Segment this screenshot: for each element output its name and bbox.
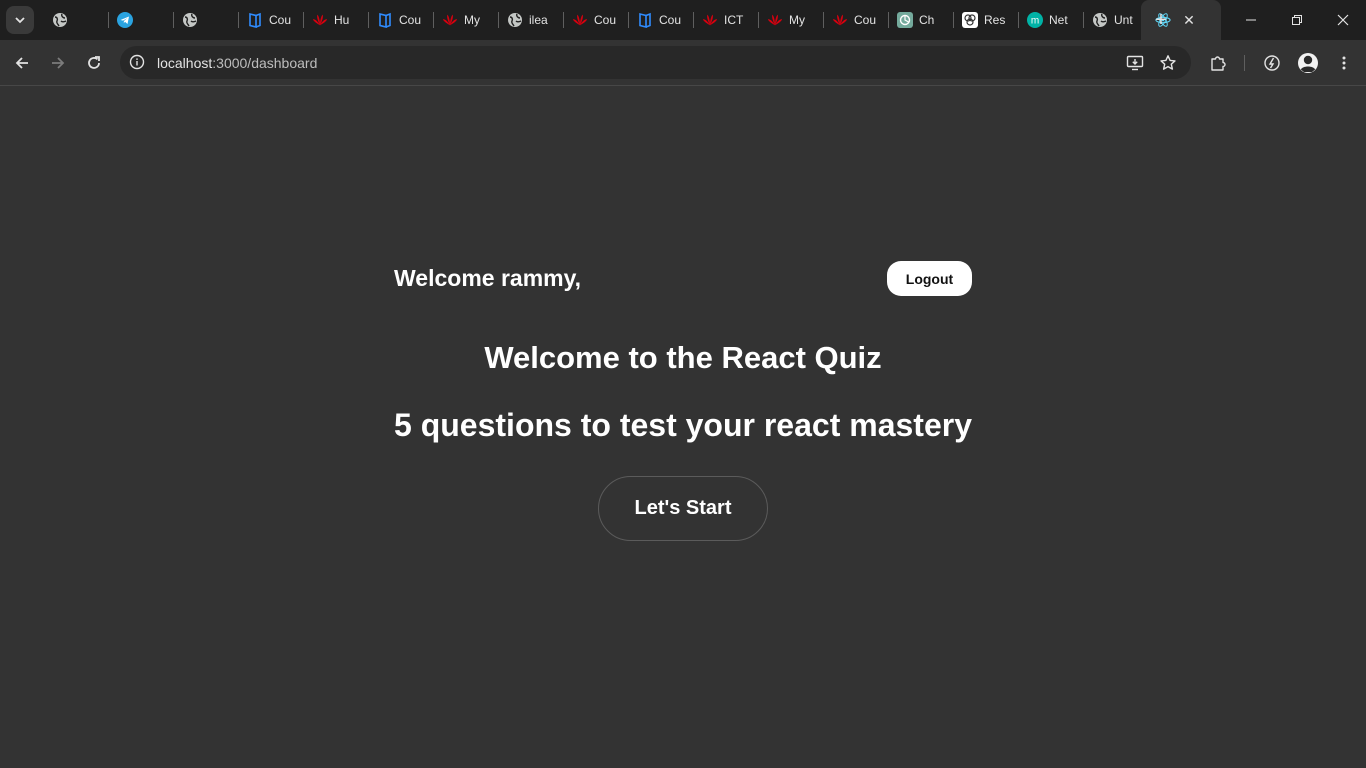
more-vertical-icon [1342, 56, 1346, 70]
telegram-icon [117, 12, 133, 28]
huawei-icon [832, 12, 848, 28]
url-host: localhost [157, 55, 213, 71]
tab[interactable]: ICT [694, 0, 759, 40]
tab-title: Cou [854, 13, 876, 27]
globe-icon [182, 12, 198, 28]
book-icon [377, 12, 393, 28]
tab[interactable]: m Net [1019, 0, 1084, 40]
quiz-subtitle: 5 questions to test your react mastery [394, 407, 972, 443]
extensions-button[interactable] [1204, 49, 1232, 77]
arrow-right-icon [52, 57, 65, 69]
huawei-icon [442, 12, 458, 28]
tab[interactable]: Unt [1084, 0, 1149, 40]
puzzle-icon [1211, 56, 1226, 71]
tab-title: Cou [659, 13, 681, 27]
globe-icon [52, 12, 68, 28]
site-info-icon[interactable] [128, 53, 146, 71]
avatar-icon [1298, 53, 1318, 73]
tab[interactable] [109, 0, 174, 40]
render-icon [962, 12, 978, 28]
tab-title: Res [984, 13, 1006, 27]
browser-toolbar: localhost:3000/dashboard [0, 40, 1366, 86]
tab[interactable]: My [759, 0, 824, 40]
address-bar[interactable]: localhost:3000/dashboard [120, 46, 1191, 79]
bookmark-star-icon[interactable] [1158, 53, 1178, 73]
huawei-icon [312, 12, 328, 28]
tab-search-button[interactable] [6, 6, 34, 34]
tab[interactable]: Res [954, 0, 1019, 40]
tab-title: Cou [399, 13, 421, 27]
minimize-button[interactable] [1228, 0, 1274, 40]
huawei-icon [767, 12, 783, 28]
reload-button[interactable] [80, 49, 108, 77]
tab-title: Net [1049, 13, 1068, 27]
greeting: Welcome rammy, [394, 265, 582, 291]
tab-title: ICT [724, 13, 744, 27]
globe-icon [1092, 12, 1108, 28]
tab[interactable] [174, 0, 239, 40]
dashboard-page: Welcome rammy, Logout Welcome to the Rea… [0, 87, 1366, 768]
tab-title: Cou [269, 13, 291, 27]
tab-title: My [789, 13, 805, 27]
tab[interactable]: Cou [564, 0, 629, 40]
svg-text:m: m [1031, 16, 1039, 27]
tab-title: Ch [919, 13, 935, 27]
globe-icon [507, 12, 523, 28]
tab-title: ilea [529, 13, 548, 27]
close-icon [1337, 14, 1349, 26]
tab-strip: Cou Hu Cou My ilea Cou Cou ICT My Cou Ch Res m Net Unt… [0, 0, 1366, 40]
back-button[interactable] [8, 49, 36, 77]
tab-title: Cou [594, 13, 616, 27]
url-path: :3000/dashboard [212, 55, 318, 71]
tab[interactable]: My [434, 0, 499, 40]
tab[interactable]: Cou [239, 0, 304, 40]
tab[interactable]: Cou [369, 0, 434, 40]
quiz-title: Welcome to the React Quiz [484, 340, 882, 375]
m-circle-icon: m [1027, 12, 1043, 28]
tab-title: My [464, 13, 480, 27]
tab[interactable]: ilea [499, 0, 564, 40]
performance-button[interactable] [1258, 49, 1286, 77]
close-tab-button[interactable]: ✕ [1181, 12, 1197, 28]
speedometer-icon [1264, 55, 1280, 71]
huawei-icon [702, 12, 718, 28]
restore-icon [1292, 15, 1302, 25]
start-quiz-button[interactable]: Let's Start [598, 476, 768, 541]
tab[interactable]: Cou [629, 0, 694, 40]
restore-button[interactable] [1274, 0, 1320, 40]
minimize-icon [1246, 19, 1256, 21]
book-icon [247, 12, 263, 28]
install-app-icon[interactable] [1125, 53, 1145, 73]
tab-title: Unt [1114, 13, 1133, 27]
book-icon [637, 12, 653, 28]
logout-button[interactable]: Logout [887, 261, 972, 296]
chatgpt-icon [897, 12, 913, 28]
tab[interactable]: Hu [304, 0, 369, 40]
huawei-icon [572, 12, 588, 28]
tab[interactable]: Cou [824, 0, 889, 40]
toolbar-divider [1244, 55, 1245, 71]
new-tab-button[interactable]: + [1150, 10, 1172, 30]
close-window-button[interactable] [1320, 0, 1366, 40]
profile-avatar[interactable] [1294, 49, 1322, 77]
arrow-left-icon [15, 57, 28, 69]
reload-icon [88, 56, 100, 69]
tab-title: Hu [334, 13, 350, 27]
tab[interactable]: Ch [889, 0, 954, 40]
tab[interactable] [44, 0, 109, 40]
chevron-down-icon [15, 17, 25, 24]
forward-button[interactable] [44, 49, 72, 77]
browser-menu-button[interactable] [1330, 49, 1358, 77]
url-text[interactable]: localhost:3000/dashboard [157, 55, 317, 71]
